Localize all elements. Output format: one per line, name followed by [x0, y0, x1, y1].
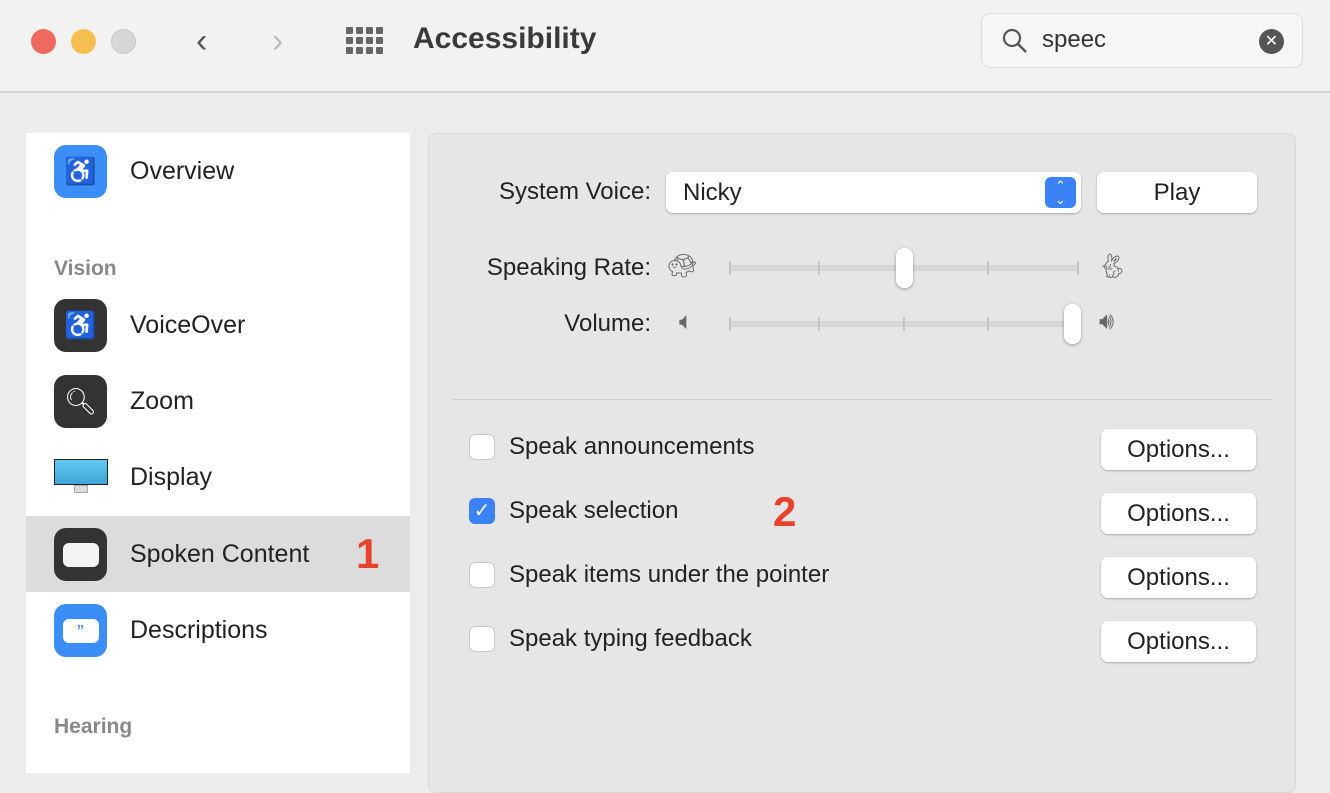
accessibility-icon: ♿ — [54, 145, 107, 198]
divider — [453, 399, 1273, 400]
sidebar-item-overview[interactable]: ♿ Overview — [26, 133, 410, 209]
play-button[interactable]: Play — [1097, 172, 1257, 213]
window-title: Accessibility — [413, 22, 597, 55]
option-label: Speak items under the pointer — [509, 561, 830, 588]
sidebar-item-zoom[interactable]: 🔍︎ Zoom — [26, 363, 410, 439]
speak-announcements-options-button[interactable]: Options... — [1101, 429, 1256, 470]
sidebar-item-voiceover[interactable]: ♿ VoiceOver — [26, 287, 410, 363]
annotation-2: 2 — [773, 488, 797, 535]
sidebar-item-label: Spoken Content — [130, 540, 310, 568]
display-icon — [54, 459, 108, 485]
speak-selection-options-button[interactable]: Options... — [1101, 493, 1256, 534]
sidebar-item-spoken-content[interactable]: Spoken Content 1 — [26, 516, 410, 592]
sidebar-item-label: Overview — [130, 157, 235, 185]
rabbit-icon: 🐇︎ — [1097, 253, 1128, 280]
slider-thumb[interactable] — [1064, 304, 1081, 344]
sidebar-item-label: VoiceOver — [130, 311, 246, 339]
sidebar: ♿ Overview Vision ♿ VoiceOver 🔍︎ Zoom Di… — [26, 133, 410, 773]
sidebar-item-display[interactable]: Display — [26, 439, 410, 515]
clear-search-icon[interactable]: ✕ — [1259, 29, 1284, 54]
zoom-button[interactable] — [111, 29, 136, 54]
sidebar-item-label: Display — [130, 463, 212, 491]
descriptions-icon: ” — [54, 604, 107, 657]
system-voice-select[interactable]: Nicky ⌃ ⌄ — [666, 172, 1081, 213]
option-label: Speak announcements — [509, 433, 755, 460]
search-field[interactable]: ✕ — [981, 13, 1303, 68]
volume-label: Volume: — [564, 310, 651, 337]
zoom-icon: 🔍︎ — [54, 375, 107, 428]
sidebar-item-label: Descriptions — [130, 616, 268, 644]
chevron-up-down-icon: ⌃ ⌄ — [1045, 177, 1076, 208]
option-label: Speak selection — [509, 497, 679, 524]
speaker-low-icon: 🔈︎ — [679, 308, 694, 335]
annotation-1: 1 — [356, 530, 380, 577]
speaking-rate-slider[interactable] — [729, 248, 1079, 288]
speak-selection-checkbox[interactable]: ✓ — [469, 498, 495, 524]
search-input[interactable] — [1042, 26, 1242, 54]
minimize-button[interactable] — [71, 29, 96, 54]
turtle-icon: 🐢︎ — [667, 253, 698, 280]
voiceover-icon: ♿ — [54, 299, 107, 352]
toolbar: ‹ › Accessibility ✕ — [0, 0, 1330, 93]
speak-items-under-pointer-checkbox[interactable] — [469, 562, 495, 588]
slider-thumb[interactable] — [896, 248, 913, 288]
speak-items-options-button[interactable]: Options... — [1101, 557, 1256, 598]
section-hearing: Hearing — [54, 715, 133, 738]
spoken-content-icon — [54, 528, 107, 581]
sidebar-item-descriptions[interactable]: ” Descriptions — [26, 592, 410, 668]
spoken-content-panel: System Voice: Nicky ⌃ ⌄ Play Speaking Rat… — [428, 133, 1296, 793]
speak-typing-options-button[interactable]: Options... — [1101, 621, 1256, 662]
sidebar-item-label: Zoom — [130, 387, 194, 415]
volume-slider[interactable] — [729, 304, 1081, 344]
display-stand — [74, 485, 88, 493]
back-chevron-icon[interactable]: ‹ — [196, 22, 207, 61]
search-icon — [1002, 28, 1027, 53]
speak-announcements-checkbox[interactable] — [469, 434, 495, 460]
forward-chevron-icon[interactable]: › — [272, 22, 283, 61]
close-button[interactable] — [31, 29, 56, 54]
section-vision: Vision — [54, 257, 117, 280]
show-all-grid-icon[interactable] — [346, 27, 383, 54]
system-voice-value: Nicky — [683, 179, 742, 206]
speak-typing-feedback-checkbox[interactable] — [469, 626, 495, 652]
speaking-rate-label: Speaking Rate: — [486, 254, 651, 281]
speaker-high-icon: 🔊︎ — [1099, 308, 1115, 335]
system-voice-label: System Voice: — [498, 178, 651, 205]
option-label: Speak typing feedback — [509, 625, 752, 652]
